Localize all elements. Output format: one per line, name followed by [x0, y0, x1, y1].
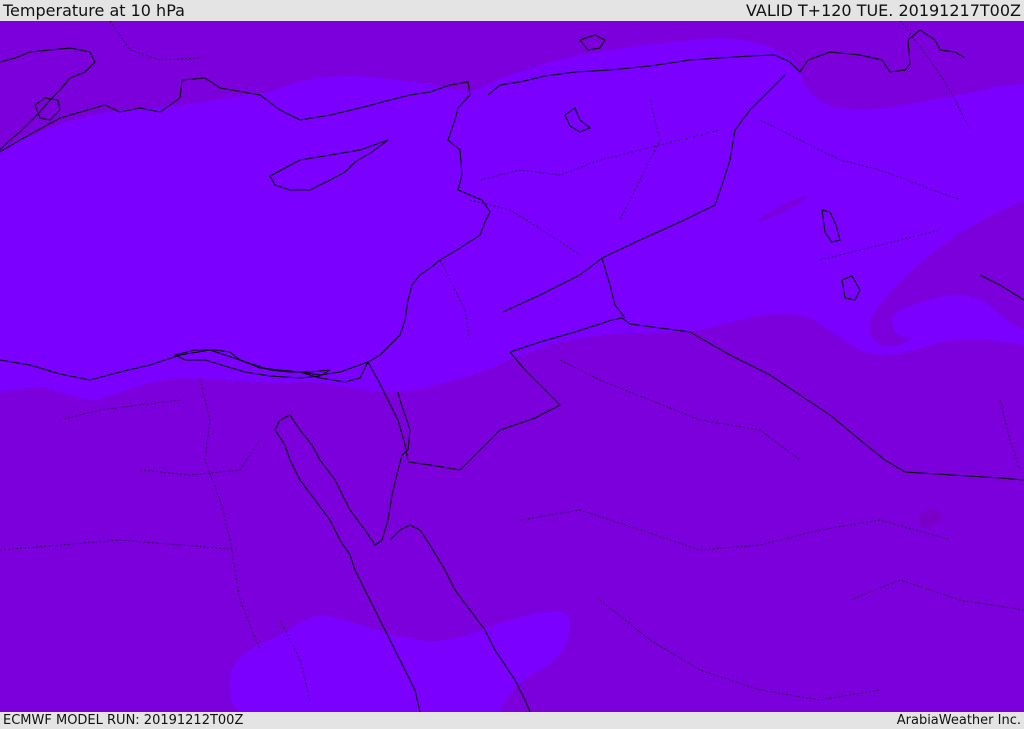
header-bar: Temperature at 10 hPa VALID T+120 TUE. 2…: [0, 0, 1024, 21]
map-title: Temperature at 10 hPa: [3, 1, 185, 20]
temperature-map: [0, 21, 1024, 712]
valid-time: VALID T+120 TUE. 20191217T00Z: [745, 1, 1021, 20]
footer-bar: ECMWF MODEL RUN: 20191212T00Z ArabiaWeat…: [0, 712, 1024, 729]
credit: ArabiaWeather Inc.: [896, 713, 1021, 728]
map-panel[interactable]: [0, 21, 1024, 712]
model-run: ECMWF MODEL RUN: 20191212T00Z: [3, 713, 244, 728]
